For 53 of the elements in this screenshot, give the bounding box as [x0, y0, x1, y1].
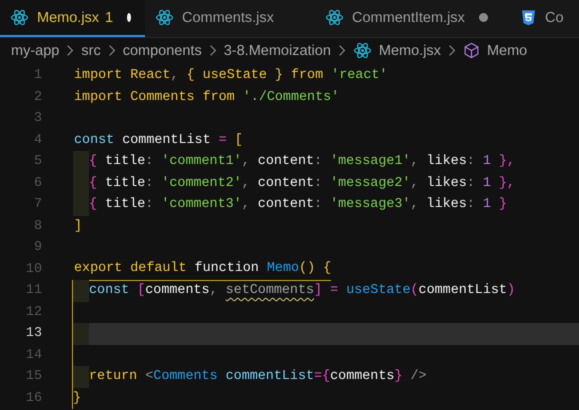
- chevron-right-icon: [448, 44, 456, 57]
- line-number: 6: [32, 176, 42, 191]
- line-number: 9: [32, 240, 42, 256]
- breadcrumb-item[interactable]: Memo: [486, 42, 528, 58]
- line-number: 5: [32, 154, 42, 170]
- cube-icon: [462, 42, 480, 59]
- chevron-right-icon: [66, 44, 74, 57]
- code-line: const [comments, setComments] = useState(commentList): [89, 282, 515, 300]
- react-atom-icon: [325, 8, 344, 27]
- line-number: 12: [24, 304, 42, 320]
- line-number: 2: [32, 90, 42, 105]
- line-number: 16: [24, 390, 42, 406]
- line-number: 11: [24, 283, 42, 298]
- line-number: 10: [24, 262, 42, 277]
- problem-count: 1: [105, 10, 114, 26]
- breadcrumb-item[interactable]: my-app: [11, 42, 60, 58]
- chevron-right-icon: [108, 44, 116, 57]
- code-line: { title: 'comment1', content: 'message1', likes: 1 },: [89, 153, 515, 171]
- breadcrumb-item[interactable]: 3-8.Memoization: [224, 42, 331, 58]
- code-line: return <Comments commentList={comments} />: [89, 368, 427, 386]
- code-line: { title: 'comment2', content: 'message2', likes: 1 },: [89, 174, 515, 192]
- editor-tab[interactable]: CommentItem.jsx: [315, 0, 510, 37]
- tab-label: CommentItem.jsx: [352, 10, 465, 26]
- editor-tab[interactable]: Co: [510, 0, 579, 37]
- code-line: ]: [74, 218, 82, 236]
- editor-tab[interactable]: Memo.jsx 1: [0, 0, 145, 37]
- line-number: 13: [24, 326, 42, 342]
- breadcrumb-item[interactable]: components: [122, 42, 202, 58]
- tab-label: Comments.jsx: [182, 10, 274, 26]
- line-number: 3: [32, 111, 42, 126]
- react-atom-icon: [10, 8, 29, 27]
- chevron-right-icon: [208, 44, 217, 57]
- css-shield-icon: [520, 8, 537, 27]
- react-atom-icon: [155, 8, 174, 27]
- line-number: 7: [32, 197, 42, 212]
- breadcrumb-item[interactable]: src: [81, 42, 101, 58]
- line-number: 14: [24, 348, 42, 363]
- react-atom-icon: [352, 41, 372, 60]
- code-line: { title: 'comment3', content: 'message3', likes: 1 }: [89, 196, 507, 214]
- line-number: 15: [24, 369, 42, 384]
- code-line: import React, { useState } from 'react': [74, 67, 388, 85]
- editor-tab[interactable]: Comments.jsx: [145, 0, 315, 37]
- tab-label: Memo.jsx: [37, 10, 100, 26]
- code-line: const commentList = [: [74, 132, 243, 150]
- code-line: export default function Memo() {: [74, 258, 332, 280]
- tab-label: Co: [545, 10, 564, 26]
- line-number: 1: [32, 68, 42, 84]
- code-line: import Comments from './Comments': [74, 88, 340, 106]
- breadcrumb-item[interactable]: Memo.jsx: [378, 42, 441, 58]
- line-number: 4: [32, 132, 42, 148]
- code-line: }: [73, 390, 82, 408]
- chevron-right-icon: [338, 44, 346, 57]
- line-number: 8: [32, 218, 42, 234]
